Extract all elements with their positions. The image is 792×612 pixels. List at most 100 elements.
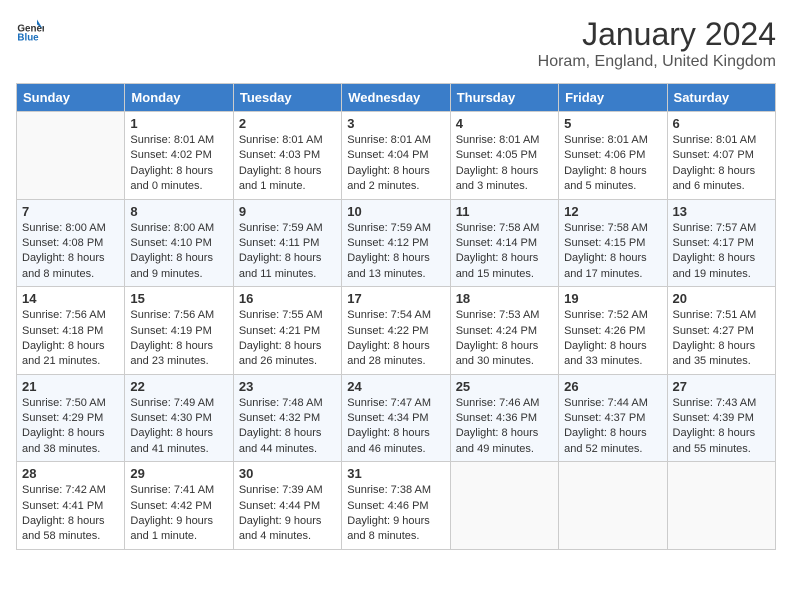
day-number: 26 xyxy=(564,379,661,394)
day-number: 14 xyxy=(22,291,119,306)
calendar-week-row: 7 Sunrise: 8:00 AMSunset: 4:08 PMDaylight… xyxy=(17,199,776,287)
day-number: 3 xyxy=(347,116,444,131)
day-number: 7 xyxy=(22,204,119,219)
cell-info: Sunrise: 8:00 AMSunset: 4:08 PMDaylight:… xyxy=(22,221,119,283)
cell-info: Sunrise: 8:01 AMSunset: 4:03 PMDaylight:… xyxy=(239,133,336,195)
table-row: 18 Sunrise: 7:53 AMSunset: 4:24 PMDayligh… xyxy=(450,287,558,375)
cell-info: Sunrise: 7:54 AMSunset: 4:22 PMDaylight:… xyxy=(347,308,444,370)
cell-info: Sunrise: 8:01 AMSunset: 4:04 PMDaylight:… xyxy=(347,133,444,195)
table-row: 5 Sunrise: 8:01 AMSunset: 4:06 PMDaylight… xyxy=(559,112,667,200)
calendar-week-row: 14 Sunrise: 7:56 AMSunset: 4:18 PMDayligh… xyxy=(17,287,776,375)
calendar-subtitle: Horam, England, United Kingdom xyxy=(538,53,776,71)
table-row: 17 Sunrise: 7:54 AMSunset: 4:22 PMDayligh… xyxy=(342,287,450,375)
cell-info: Sunrise: 7:47 AMSunset: 4:34 PMDaylight:… xyxy=(347,396,444,458)
cell-info: Sunrise: 7:50 AMSunset: 4:29 PMDaylight:… xyxy=(22,396,119,458)
header-monday: Monday xyxy=(125,84,233,112)
cell-info: Sunrise: 8:01 AMSunset: 4:02 PMDaylight:… xyxy=(130,133,227,195)
day-number: 21 xyxy=(22,379,119,394)
cell-info: Sunrise: 7:51 AMSunset: 4:27 PMDaylight:… xyxy=(673,308,770,370)
table-row: 21 Sunrise: 7:50 AMSunset: 4:29 PMDayligh… xyxy=(17,374,125,462)
table-row: 27 Sunrise: 7:43 AMSunset: 4:39 PMDayligh… xyxy=(667,374,775,462)
day-number: 9 xyxy=(239,204,336,219)
table-row xyxy=(450,462,558,550)
day-number: 11 xyxy=(456,204,553,219)
cell-info: Sunrise: 7:39 AMSunset: 4:44 PMDaylight:… xyxy=(239,483,336,545)
day-number: 17 xyxy=(347,291,444,306)
header-thursday: Thursday xyxy=(450,84,558,112)
day-number: 24 xyxy=(347,379,444,394)
table-row xyxy=(667,462,775,550)
table-row: 24 Sunrise: 7:47 AMSunset: 4:34 PMDayligh… xyxy=(342,374,450,462)
table-row: 23 Sunrise: 7:48 AMSunset: 4:32 PMDayligh… xyxy=(233,374,341,462)
table-row: 13 Sunrise: 7:57 AMSunset: 4:17 PMDayligh… xyxy=(667,199,775,287)
cell-info: Sunrise: 7:58 AMSunset: 4:14 PMDaylight:… xyxy=(456,221,553,283)
calendar-title: January 2024 xyxy=(538,16,776,53)
calendar-week-row: 21 Sunrise: 7:50 AMSunset: 4:29 PMDayligh… xyxy=(17,374,776,462)
day-number: 16 xyxy=(239,291,336,306)
table-row: 19Sunrise: 7:52 AMSunset: 4:26 PMDayligh… xyxy=(559,287,667,375)
table-row: 31 Sunrise: 7:38 AMSunset: 4:46 PMDayligh… xyxy=(342,462,450,550)
day-number: 2 xyxy=(239,116,336,131)
day-number: 31 xyxy=(347,466,444,481)
table-row: 12Sunrise: 7:58 AMSunset: 4:15 PMDayligh… xyxy=(559,199,667,287)
table-row: 1 Sunrise: 8:01 AMSunset: 4:02 PMDaylight… xyxy=(125,112,233,200)
calendar-week-row: 28 Sunrise: 7:42 AMSunset: 4:41 PMDayligh… xyxy=(17,462,776,550)
cell-info: Sunrise: 7:59 AMSunset: 4:11 PMDaylight:… xyxy=(239,221,336,283)
cell-info: Sunrise: 7:56 AMSunset: 4:19 PMDaylight:… xyxy=(130,308,227,370)
table-row: 10 Sunrise: 7:59 AMSunset: 4:12 PMDayligh… xyxy=(342,199,450,287)
day-number: 5 xyxy=(564,116,661,131)
cell-info: Sunrise: 7:46 AMSunset: 4:36 PMDaylight:… xyxy=(456,396,553,458)
table-row: 15 Sunrise: 7:56 AMSunset: 4:19 PMDayligh… xyxy=(125,287,233,375)
cell-info: Sunrise: 7:49 AMSunset: 4:30 PMDaylight:… xyxy=(130,396,227,458)
day-number: 28 xyxy=(22,466,119,481)
cell-info: Sunrise: 7:38 AMSunset: 4:46 PMDaylight:… xyxy=(347,483,444,545)
table-row xyxy=(17,112,125,200)
table-row: 29 Sunrise: 7:41 AMSunset: 4:42 PMDayligh… xyxy=(125,462,233,550)
cell-info: Sunrise: 8:01 AMSunset: 4:07 PMDaylight:… xyxy=(673,133,770,195)
header-wednesday: Wednesday xyxy=(342,84,450,112)
cell-info: Sunrise: 7:56 AMSunset: 4:18 PMDaylight:… xyxy=(22,308,119,370)
page-header: General Blue January 2024 Horam, England… xyxy=(16,16,776,71)
logo-icon: General Blue xyxy=(16,16,44,44)
table-row: 16 Sunrise: 7:55 AMSunset: 4:21 PMDayligh… xyxy=(233,287,341,375)
day-number: 1 xyxy=(130,116,227,131)
svg-text:Blue: Blue xyxy=(17,33,39,44)
day-number: 12 xyxy=(564,204,661,219)
table-row: 4Sunrise: 8:01 AMSunset: 4:05 PMDaylight… xyxy=(450,112,558,200)
cell-info: Sunrise: 7:53 AMSunset: 4:24 PMDaylight:… xyxy=(456,308,553,370)
table-row: 26 Sunrise: 7:44 AMSunset: 4:37 PMDayligh… xyxy=(559,374,667,462)
day-number: 10 xyxy=(347,204,444,219)
cell-info: Sunrise: 7:48 AMSunset: 4:32 PMDaylight:… xyxy=(239,396,336,458)
day-number: 23 xyxy=(239,379,336,394)
table-row: 3 Sunrise: 8:01 AMSunset: 4:04 PMDaylight… xyxy=(342,112,450,200)
header-sunday: Sunday xyxy=(17,84,125,112)
day-number: 15 xyxy=(130,291,227,306)
cell-info: Sunrise: 8:01 AMSunset: 4:06 PMDaylight:… xyxy=(564,133,661,195)
day-number: 22 xyxy=(130,379,227,394)
table-row: 2 Sunrise: 8:01 AMSunset: 4:03 PMDaylight… xyxy=(233,112,341,200)
cell-info: Sunrise: 7:44 AMSunset: 4:37 PMDaylight:… xyxy=(564,396,661,458)
table-row: 8Sunrise: 8:00 AMSunset: 4:10 PMDaylight… xyxy=(125,199,233,287)
cell-info: Sunrise: 8:00 AMSunset: 4:10 PMDaylight:… xyxy=(130,221,227,283)
cell-info: Sunrise: 7:41 AMSunset: 4:42 PMDaylight:… xyxy=(130,483,227,545)
day-number: 27 xyxy=(673,379,770,394)
cell-info: Sunrise: 7:59 AMSunset: 4:12 PMDaylight:… xyxy=(347,221,444,283)
table-row: 6Sunrise: 8:01 AMSunset: 4:07 PMDaylight… xyxy=(667,112,775,200)
header-tuesday: Tuesday xyxy=(233,84,341,112)
title-section: January 2024 Horam, England, United King… xyxy=(538,16,776,71)
day-number: 30 xyxy=(239,466,336,481)
cell-info: Sunrise: 7:42 AMSunset: 4:41 PMDaylight:… xyxy=(22,483,119,545)
day-number: 13 xyxy=(673,204,770,219)
cell-info: Sunrise: 7:57 AMSunset: 4:17 PMDaylight:… xyxy=(673,221,770,283)
day-number: 18 xyxy=(456,291,553,306)
day-number: 19 xyxy=(564,291,661,306)
cell-info: Sunrise: 7:55 AMSunset: 4:21 PMDaylight:… xyxy=(239,308,336,370)
table-row: 28 Sunrise: 7:42 AMSunset: 4:41 PMDayligh… xyxy=(17,462,125,550)
table-row: 22 Sunrise: 7:49 AMSunset: 4:30 PMDayligh… xyxy=(125,374,233,462)
header-friday: Friday xyxy=(559,84,667,112)
calendar-table: Sunday Monday Tuesday Wednesday Thursday… xyxy=(16,83,776,550)
day-number: 29 xyxy=(130,466,227,481)
table-row: 20Sunrise: 7:51 AMSunset: 4:27 PMDayligh… xyxy=(667,287,775,375)
cell-info: Sunrise: 7:43 AMSunset: 4:39 PMDaylight:… xyxy=(673,396,770,458)
table-row: 11 Sunrise: 7:58 AMSunset: 4:14 PMDayligh… xyxy=(450,199,558,287)
